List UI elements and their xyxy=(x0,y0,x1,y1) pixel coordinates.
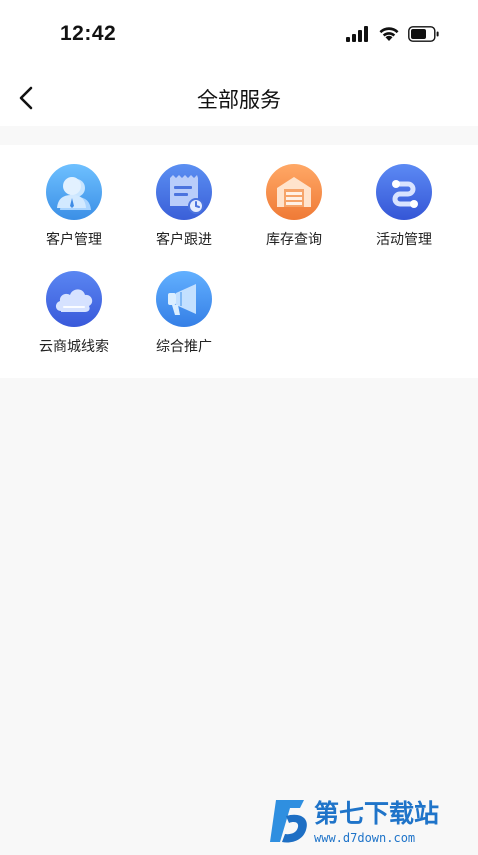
customer-icon xyxy=(46,164,102,220)
service-label: 活动管理 xyxy=(376,231,432,247)
status-icons xyxy=(346,26,440,42)
warehouse-icon xyxy=(266,164,322,220)
megaphone-icon xyxy=(156,271,212,327)
activity-icon xyxy=(376,164,432,220)
battery-icon xyxy=(408,26,439,42)
service-cloud-mall-leads[interactable]: 云商城线索 xyxy=(19,271,129,356)
watermark-logo: 第七下载站 www.d7down.com xyxy=(270,792,470,850)
service-activity-management[interactable]: 活动管理 xyxy=(349,164,459,249)
services-grid: 客户管理 客户跟进 库存查询 活动管理 云商城线索 综合推广 xyxy=(0,145,478,378)
service-customer-follow-up[interactable]: 客户跟进 xyxy=(129,164,239,249)
service-customer-management[interactable]: 客户管理 xyxy=(19,164,129,249)
service-label: 云商城线索 xyxy=(39,338,109,354)
status-time: 12:42 xyxy=(60,22,117,45)
follow-up-icon xyxy=(156,164,212,220)
cloud-icon xyxy=(46,271,102,327)
service-comprehensive-promotion[interactable]: 综合推广 xyxy=(129,271,239,356)
service-label: 客户管理 xyxy=(46,231,102,247)
page-title: 全部服务 xyxy=(197,89,281,112)
watermark-brand: 第七下载站 xyxy=(314,799,439,828)
service-inventory-query[interactable]: 库存查询 xyxy=(239,164,349,249)
service-label: 库存查询 xyxy=(266,231,322,247)
status-bar: 12:42 xyxy=(0,0,478,70)
wifi-icon xyxy=(379,27,399,41)
nav-bar: 全部服务 xyxy=(0,70,478,126)
watermark-url: www.d7down.com xyxy=(314,831,415,845)
service-label: 客户跟进 xyxy=(156,231,212,247)
cellular-signal-icon xyxy=(346,26,368,42)
service-label: 综合推广 xyxy=(156,338,212,354)
